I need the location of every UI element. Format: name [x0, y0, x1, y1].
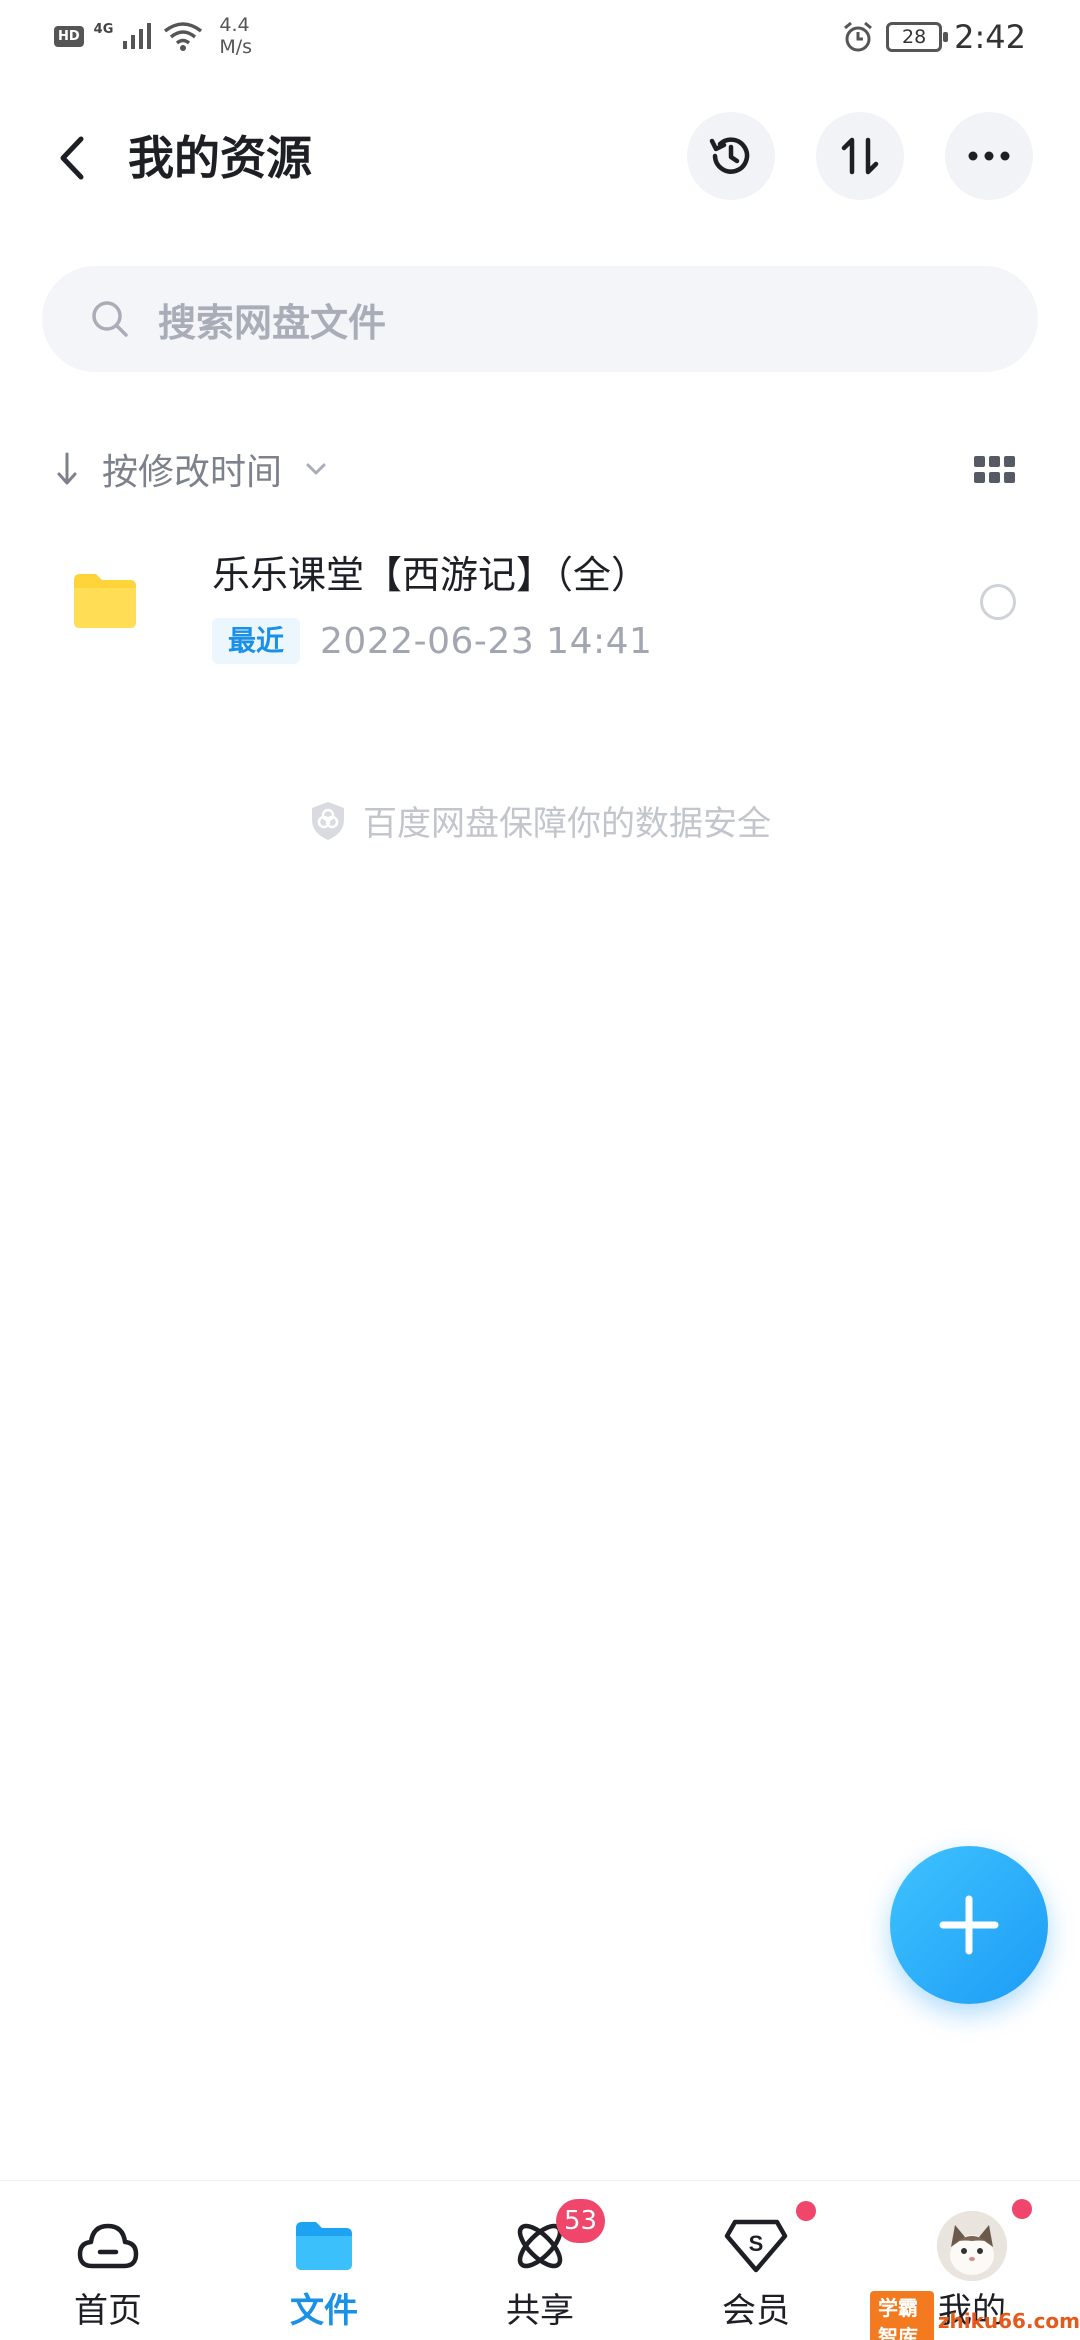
- nav-item-files[interactable]: 文件: [216, 2181, 432, 2340]
- status-right: 28 2:42: [842, 18, 1026, 56]
- recent-badge: 最近: [212, 618, 301, 664]
- net-speed-unit: M/s: [219, 36, 253, 58]
- net-speed: 4.4 M/s: [219, 14, 252, 58]
- nav-item-vip[interactable]: S 会员: [648, 2181, 864, 2340]
- more-icon: [968, 151, 1010, 161]
- nav-label-files: 文件: [290, 2291, 358, 2331]
- chevron-down-icon: [304, 457, 328, 481]
- nav-item-share[interactable]: 53 共享: [432, 2181, 648, 2340]
- history-icon: [709, 137, 750, 174]
- grid-icon: [974, 456, 1015, 483]
- sort-direction-icon: [52, 449, 82, 489]
- folder-icon: [289, 2211, 359, 2281]
- grid-view-toggle[interactable]: [970, 450, 1020, 490]
- watermark-site: zhiku66.com: [937, 2309, 1080, 2333]
- select-checkbox[interactable]: [980, 584, 1016, 620]
- signal-icon: [123, 23, 152, 49]
- nav-label-vip: 会员: [722, 2291, 790, 2331]
- svg-text:S: S: [749, 2231, 764, 2256]
- add-button[interactable]: [890, 1846, 1048, 2004]
- share-count-badge: 53: [556, 2199, 606, 2243]
- watermark: 学霸智库 zhiku66.com: [870, 2291, 1080, 2340]
- net-speed-value: 4.4: [219, 14, 250, 36]
- file-list-item[interactable]: 乐乐课堂【西游记】（全） 最近 2022-06-23 14:41: [0, 530, 1080, 680]
- alarm-icon: [844, 21, 873, 52]
- vip-notification-dot: [796, 2201, 816, 2221]
- back-icon: [60, 136, 84, 180]
- sort-label: 按修改时间: [102, 452, 283, 493]
- page-title: 我的资源: [128, 131, 312, 185]
- search-icon: [88, 297, 132, 341]
- plus-icon: [939, 1895, 999, 1955]
- status-bar: HD 4G 4.4 M/s 28 2:42: [0, 0, 1080, 80]
- clock: 2:42: [954, 18, 1026, 56]
- wifi-icon: [164, 22, 203, 51]
- battery-indicator: 28: [886, 22, 949, 52]
- hd-indicator: HD: [54, 25, 84, 47]
- cloud-icon: [73, 2211, 143, 2281]
- search-input[interactable]: 搜索网盘文件: [158, 292, 386, 347]
- vip-icon: S: [721, 2211, 791, 2281]
- transfer-button[interactable]: [816, 112, 904, 200]
- nav-label-home: 首页: [74, 2291, 142, 2331]
- nav-item-home[interactable]: 首页: [0, 2181, 216, 2340]
- file-date: 2022-06-23 14:41: [320, 620, 653, 662]
- more-button[interactable]: [945, 112, 1033, 200]
- sort-selector[interactable]: 按修改时间: [52, 436, 328, 502]
- back-button[interactable]: [42, 128, 102, 188]
- nav-label-share: 共享: [506, 2291, 574, 2331]
- search-bar[interactable]: 搜索网盘文件: [42, 266, 1038, 372]
- history-button[interactable]: [687, 112, 775, 200]
- file-meta: 最近 2022-06-23 14:41: [212, 618, 652, 664]
- folder-icon: [74, 574, 136, 628]
- watermark-badge: 学霸智库: [870, 2291, 934, 2340]
- avatar: [937, 2211, 1007, 2281]
- header: 我的资源: [0, 110, 1080, 206]
- network-type: 4G: [93, 21, 114, 37]
- shield-icon: [312, 801, 344, 840]
- security-text: 百度网盘保障你的数据安全: [363, 804, 771, 844]
- security-note: 百度网盘保障你的数据安全: [0, 796, 1080, 845]
- me-notification-dot: [1012, 2199, 1032, 2219]
- status-left: HD 4G 4.4 M/s: [54, 14, 252, 58]
- file-name: 乐乐课堂【西游记】（全）: [212, 553, 650, 597]
- sort-icon: [841, 137, 879, 175]
